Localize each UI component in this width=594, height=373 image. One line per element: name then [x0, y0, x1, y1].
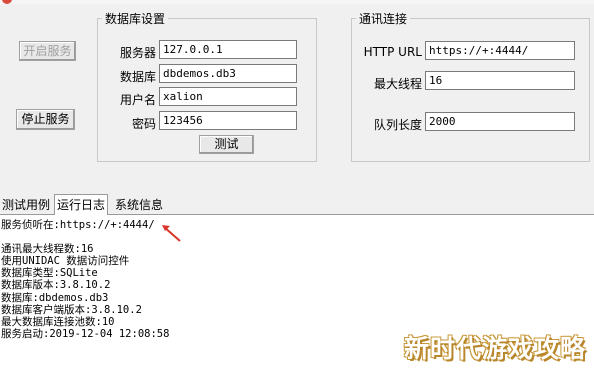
- database-settings-title: 数据库设置: [102, 10, 169, 27]
- database-field[interactable]: dbdemos.db3: [159, 64, 297, 83]
- test-button[interactable]: 测试: [199, 135, 254, 154]
- queue-length-label: 队列长度: [373, 118, 422, 132]
- start-service-button[interactable]: 开启服务: [19, 41, 76, 61]
- tab-test-cases[interactable]: 测试用例: [0, 196, 52, 214]
- server-field[interactable]: 127.0.0.1: [159, 40, 297, 59]
- settings-panel: 开启服务 停止服务 数据库设置 服务器 127.0.0.1 数据库 dbdemo…: [0, 4, 594, 194]
- log-line: 数据库版本:3.8.10.2: [1, 279, 111, 291]
- log-line: 服务侦听在:https://+:4444/: [1, 219, 155, 231]
- database-label: 数据库: [119, 70, 156, 84]
- log-line: 数据库客户端版本:3.8.10.2: [1, 304, 142, 316]
- max-threads-label: 最大线程: [373, 77, 422, 91]
- database-settings-group: 数据库设置 服务器 127.0.0.1 数据库 dbdemos.db3 用户名 …: [97, 10, 317, 162]
- tab-run-log[interactable]: 运行日志: [54, 194, 109, 215]
- log-line: 数据库:dbdemos.db3: [1, 292, 109, 304]
- stop-service-button[interactable]: 停止服务: [16, 109, 75, 130]
- password-field[interactable]: 123456: [159, 111, 297, 130]
- watermark: 新时代游戏攻略: [403, 334, 586, 363]
- log-line: 服务启动:2019-12-04 12:08:58: [1, 328, 170, 340]
- arrow-annotation-icon: [162, 225, 181, 242]
- communication-group: 通讯连接 HTTP URL https://+:4444/ 最大线程 16 队列…: [351, 10, 590, 162]
- password-label: 密码: [131, 117, 156, 131]
- tab-system-info[interactable]: 系统信息: [113, 196, 165, 214]
- log-line: 使用UNIDAC 数据访问控件: [1, 255, 130, 267]
- server-label: 服务器: [119, 46, 156, 60]
- username-label: 用户名: [119, 93, 156, 107]
- username-field[interactable]: xalion: [159, 87, 297, 106]
- log-line: 数据库类型:SQLite: [1, 267, 98, 279]
- queue-length-field[interactable]: 2000: [425, 112, 575, 131]
- tab-bar: 测试用例 运行日志 系统信息: [0, 194, 594, 215]
- log-line: 通讯最大线程数:16: [1, 243, 94, 255]
- communication-title: 通讯连接: [356, 10, 411, 27]
- http-url-field[interactable]: https://+:4444/: [425, 41, 575, 60]
- max-threads-field[interactable]: 16: [425, 71, 575, 90]
- log-line: 最大数据库连接池数:10: [1, 316, 115, 328]
- http-url-label: HTTP URL: [363, 45, 422, 59]
